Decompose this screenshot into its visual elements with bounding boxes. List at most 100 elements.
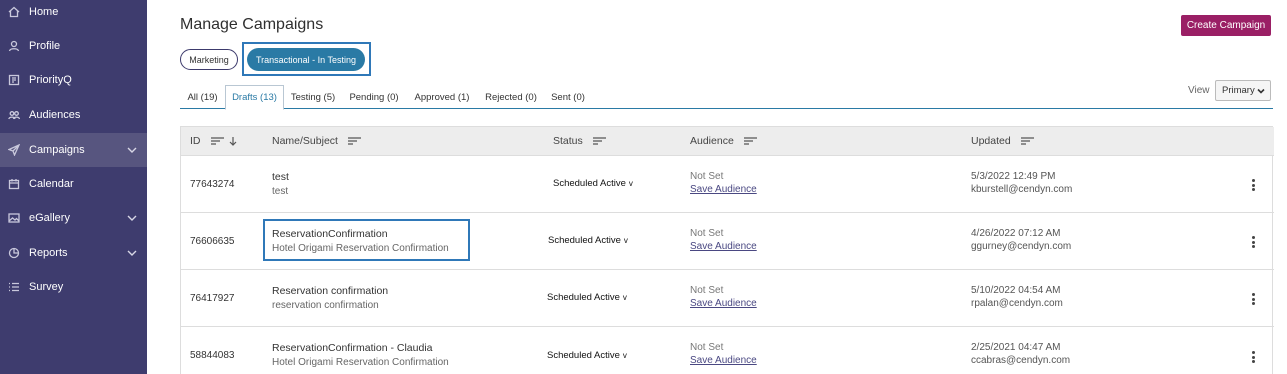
sidebar-item-label: Profile [29,40,61,52]
chevron-down-icon [127,213,137,223]
more-options-icon[interactable] [1252,293,1256,305]
campaign-name: Reservation confirmation [272,285,389,297]
sort-icon[interactable] [210,136,225,146]
save-audience-link[interactable]: Save Audience [690,184,757,195]
more-options-icon[interactable] [1252,236,1256,248]
sidebar-item-calendar[interactable]: Calendar [0,167,147,201]
campaign-id: 77643274 [190,179,235,190]
audience-status: Not Set [690,171,724,182]
audience-cell: Not Set Save Audience [690,342,757,366]
campaign-id: 76417927 [190,293,235,304]
sidebar-item-label: Survey [29,281,64,293]
name-subject[interactable]: test test [272,171,289,197]
sort-icon[interactable] [743,136,758,146]
tab-all[interactable]: All (19) [180,85,225,109]
sidebar-item-audiences[interactable]: Audiences [0,98,147,132]
tab-testing[interactable]: Testing (5) [284,85,342,109]
priority-icon [7,73,21,87]
save-audience-link[interactable]: Save Audience [690,355,757,366]
sidebar-item-profile[interactable]: Profile [0,29,147,63]
transactional-pill[interactable]: Transactional - In Testing [247,48,365,71]
campaign-subject: reservation confirmation [272,300,379,311]
chevron-down-icon [1257,87,1265,95]
user-icon [7,39,21,53]
table-row[interactable]: 77643274 test test Scheduled Active v Not… [181,155,1274,212]
audience-cell: Not Set Save Audience [690,228,757,252]
sidebar-item-label: Calendar [29,178,74,190]
sort-icon[interactable] [1020,136,1035,146]
updated-user: rpalan@cendyn.com [971,298,1063,309]
status-dropdown[interactable]: Scheduled Active v [547,350,627,361]
sidebar-item-home[interactable]: Home [0,0,147,29]
view-label: View [1188,85,1210,96]
sort-icon[interactable] [347,136,362,146]
save-audience-link[interactable]: Save Audience [690,298,757,309]
calendar-icon [7,177,21,191]
column-label: Name/Subject [272,135,338,147]
table-row[interactable]: 76417927 Reservation confirmation reserv… [181,269,1274,326]
chevron-down-icon: v [622,351,627,360]
audiences-icon [7,108,21,122]
campaigns-table: ID Name/Subject Status Audience Updated … [180,126,1274,374]
sidebar-item-campaigns[interactable]: Campaigns [0,133,147,167]
updated-cell: 5/3/2022 12:49 PM kburstell@cendyn.com [971,171,1072,195]
save-audience-link[interactable]: Save Audience [690,241,757,252]
updated-date: 5/3/2022 12:49 PM [971,171,1056,182]
more-options-icon[interactable] [1252,351,1256,363]
send-icon [7,143,21,157]
status-dropdown[interactable]: Scheduled Active v [548,235,628,246]
status-dropdown[interactable]: Scheduled Active v [547,292,627,303]
column-header-id[interactable]: ID [190,135,237,147]
column-label: ID [190,135,201,147]
chevron-down-icon: v [622,293,627,302]
sidebar: Home Profile PriorityQ Audiences Campaig… [0,0,147,374]
view-select[interactable]: Primary [1215,80,1271,101]
updated-date: 5/10/2022 04:54 AM [971,285,1061,296]
sidebar-item-label: Campaigns [29,144,85,156]
column-header-updated[interactable]: Updated [971,135,1035,147]
audience-cell: Not Set Save Audience [690,171,757,195]
tab-sent[interactable]: Sent (0) [547,85,589,109]
home-icon [7,5,21,19]
more-options-icon[interactable] [1252,179,1256,191]
marketing-pill[interactable]: Marketing [180,49,238,70]
sidebar-item-label: eGallery [29,212,70,224]
column-label: Status [553,135,583,147]
audience-cell: Not Set Save Audience [690,285,757,309]
column-label: Updated [971,135,1011,147]
sort-icon[interactable] [592,136,607,146]
status-value: Scheduled Active [553,178,626,189]
campaign-subject: test [272,186,289,197]
table-row[interactable]: 76606635 ReservationConfirmation Hotel O… [181,212,1274,269]
sidebar-item-label: Home [29,6,59,18]
updated-cell: 2/25/2021 04:47 AM ccabras@cendyn.com [971,342,1070,366]
tab-rejected[interactable]: Rejected (0) [480,85,542,109]
view-select-value: Primary [1222,85,1255,96]
name-subject[interactable]: Reservation confirmation reservation con… [272,285,388,311]
audience-status: Not Set [690,228,724,239]
status-dropdown[interactable]: Scheduled Active v [553,178,633,189]
column-label: Audience [690,135,734,147]
arrow-down-icon[interactable] [229,136,237,146]
column-header-status[interactable]: Status [553,135,607,147]
name-subject[interactable]: ReservationConfirmation - Claudia Hotel … [272,342,449,368]
campaign-name: test [272,171,289,183]
name-subject[interactable]: ReservationConfirmation Hotel Origami Re… [272,228,449,254]
create-campaign-button[interactable]: Create Campaign [1181,15,1271,36]
updated-date: 2/25/2021 04:47 AM [971,342,1061,353]
tab-drafts[interactable]: Drafts (13) [225,85,284,110]
sidebar-item-label: Audiences [29,109,81,121]
tab-approved[interactable]: Approved (1) [409,85,475,109]
pie-chart-icon [7,246,21,260]
audience-status: Not Set [690,342,724,353]
sidebar-item-priorityq[interactable]: PriorityQ [0,63,147,97]
table-row[interactable]: 58844083 ReservationConfirmation - Claud… [181,326,1274,374]
tab-pending[interactable]: Pending (0) [344,85,404,109]
column-header-audience[interactable]: Audience [690,135,758,147]
page-title: Manage Campaigns [180,16,324,33]
column-header-name[interactable]: Name/Subject [272,135,362,147]
sidebar-item-survey[interactable]: Survey [0,270,147,304]
sidebar-item-reports[interactable]: Reports [0,236,147,270]
sidebar-item-egallery[interactable]: eGallery [0,201,147,235]
updated-date: 4/26/2022 07:12 AM [971,228,1061,239]
